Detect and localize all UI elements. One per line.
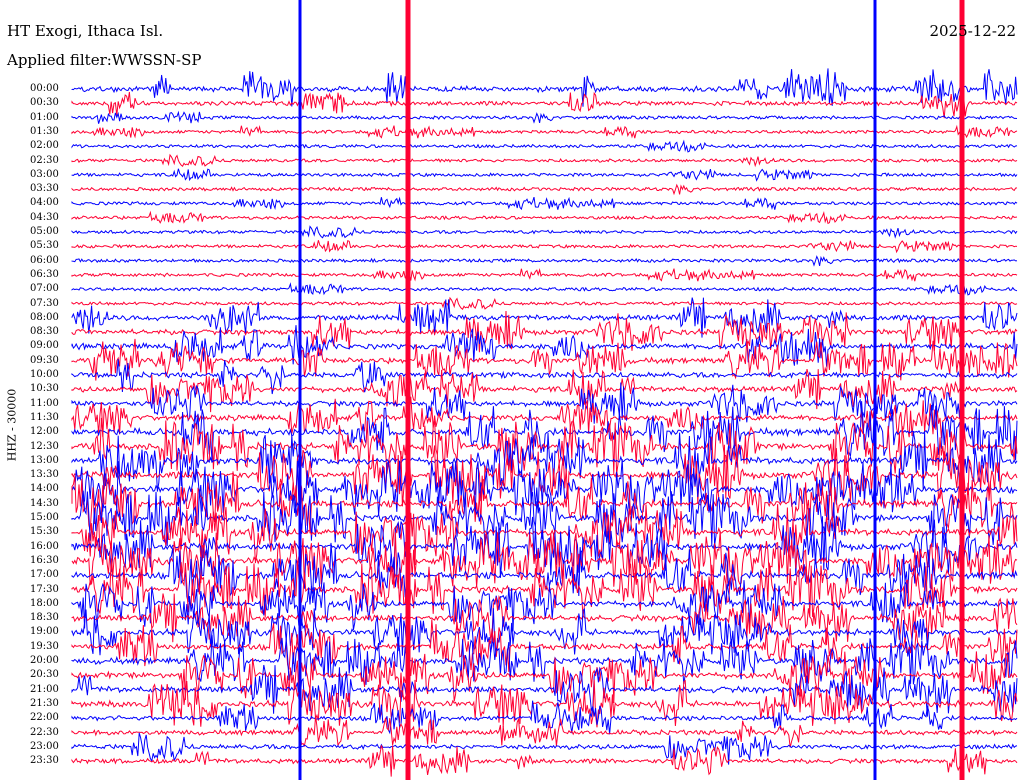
filter-label: Applied filter:WWSSN-SP	[7, 51, 202, 69]
helicorder-plot	[71, 0, 1018, 780]
seismic-traces	[71, 0, 1018, 780]
date-label: 2025-12-22	[929, 22, 1016, 40]
station-title: HT Exogi, Ithaca Isl.	[7, 22, 164, 40]
channel-label: HHZ - 30000	[5, 388, 19, 462]
